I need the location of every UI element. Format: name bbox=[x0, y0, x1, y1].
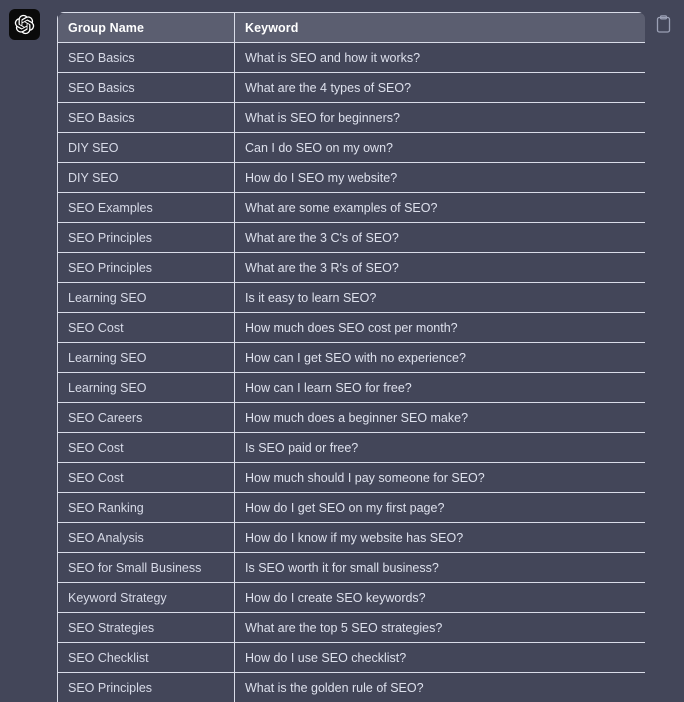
table-row: SEO Basics What are the 4 types of SEO? bbox=[57, 72, 645, 103]
cell-group-name: Keyword Strategy bbox=[57, 582, 235, 613]
table-row: SEO Analysis How do I know if my website … bbox=[57, 522, 645, 553]
copy-to-clipboard-button[interactable] bbox=[653, 13, 673, 35]
table-row: SEO Principles What are the 3 R's of SEO? bbox=[57, 252, 645, 283]
table-row: SEO Principles What are the 3 C's of SEO? bbox=[57, 222, 645, 253]
table-row: SEO Basics What is SEO and how it works? bbox=[57, 42, 645, 73]
cell-group-name: SEO Principles bbox=[57, 252, 235, 283]
table-row: SEO Ranking How do I get SEO on my first … bbox=[57, 492, 645, 523]
table-row: SEO Basics What is SEO for beginners? bbox=[57, 102, 645, 133]
table-row: Keyword Strategy How do I create SEO keyw… bbox=[57, 582, 645, 613]
cell-keyword: How much does a beginner SEO make? bbox=[234, 402, 645, 433]
table-row: SEO Cost How much should I pay someone fo… bbox=[57, 462, 645, 493]
cell-group-name: SEO Strategies bbox=[57, 612, 235, 643]
cell-group-name: SEO Examples bbox=[57, 192, 235, 223]
column-header-group-name[interactable]: Group Name bbox=[57, 12, 235, 43]
table-row: SEO Strategies What are the top 5 SEO str… bbox=[57, 612, 645, 643]
cell-keyword: How do I use SEO checklist? bbox=[234, 642, 645, 673]
cell-keyword: What are the 4 types of SEO? bbox=[234, 72, 645, 103]
clipboard-copy-icon bbox=[656, 15, 671, 33]
table-row: DIY SEO How do I SEO my website? bbox=[57, 162, 645, 193]
cell-keyword: How can I learn SEO for free? bbox=[234, 372, 645, 403]
cell-group-name: SEO Careers bbox=[57, 402, 235, 433]
table-row: Learning SEO How can I learn SEO for free… bbox=[57, 372, 645, 403]
keyword-table-container: Group Name Keyword SEO Basics What is SEO… bbox=[57, 12, 645, 702]
cell-group-name: SEO Basics bbox=[57, 42, 235, 73]
cell-group-name: SEO Principles bbox=[57, 672, 235, 702]
table-row: SEO Cost How much does SEO cost per month… bbox=[57, 312, 645, 343]
cell-group-name: DIY SEO bbox=[57, 132, 235, 163]
keyword-table: Group Name Keyword SEO Basics What is SEO… bbox=[57, 12, 645, 702]
cell-keyword: Is it easy to learn SEO? bbox=[234, 282, 645, 313]
column-header-keyword[interactable]: Keyword bbox=[234, 12, 645, 43]
cell-keyword: How much does SEO cost per month? bbox=[234, 312, 645, 343]
table-row: SEO Checklist How do I use SEO checklist? bbox=[57, 642, 645, 673]
cell-group-name: SEO Analysis bbox=[57, 522, 235, 553]
cell-keyword: How can I get SEO with no experience? bbox=[234, 342, 645, 373]
table-row: SEO Principles What is the golden rule of… bbox=[57, 672, 645, 702]
cell-group-name: SEO Checklist bbox=[57, 642, 235, 673]
cell-group-name: SEO Basics bbox=[57, 72, 235, 103]
cell-group-name: Learning SEO bbox=[57, 342, 235, 373]
cell-keyword: What are the 3 C's of SEO? bbox=[234, 222, 645, 253]
openai-logo-icon bbox=[14, 14, 35, 35]
table-row: SEO Cost Is SEO paid or free? bbox=[57, 432, 645, 463]
cell-keyword: How do I get SEO on my first page? bbox=[234, 492, 645, 523]
cell-keyword: Is SEO paid or free? bbox=[234, 432, 645, 463]
cell-group-name: SEO Basics bbox=[57, 102, 235, 133]
cell-group-name: SEO Cost bbox=[57, 462, 235, 493]
cell-group-name: SEO Cost bbox=[57, 312, 235, 343]
table-row: SEO Careers How much does a beginner SEO … bbox=[57, 402, 645, 433]
cell-group-name: Learning SEO bbox=[57, 372, 235, 403]
cell-keyword: What are some examples of SEO? bbox=[234, 192, 645, 223]
cell-keyword: Is SEO worth it for small business? bbox=[234, 552, 645, 583]
cell-group-name: SEO Cost bbox=[57, 432, 235, 463]
cell-group-name: DIY SEO bbox=[57, 162, 235, 193]
table-row: Learning SEO Is it easy to learn SEO? bbox=[57, 282, 645, 313]
table-row: SEO Examples What are some examples of SE… bbox=[57, 192, 645, 223]
cell-keyword: Can I do SEO on my own? bbox=[234, 132, 645, 163]
cell-keyword: What are the 3 R's of SEO? bbox=[234, 252, 645, 283]
cell-group-name: SEO Ranking bbox=[57, 492, 235, 523]
table-row: Learning SEO How can I get SEO with no ex… bbox=[57, 342, 645, 373]
table-body: SEO Basics What is SEO and how it works? S… bbox=[57, 42, 645, 702]
table-row: DIY SEO Can I do SEO on my own? bbox=[57, 132, 645, 163]
chat-message-surface: Group Name Keyword SEO Basics What is SEO… bbox=[0, 0, 684, 702]
cell-keyword: What is SEO and how it works? bbox=[234, 42, 645, 73]
cell-keyword: How do I SEO my website? bbox=[234, 162, 645, 193]
cell-keyword: What are the top 5 SEO strategies? bbox=[234, 612, 645, 643]
table-header-row: Group Name Keyword bbox=[57, 12, 645, 43]
cell-keyword: How do I create SEO keywords? bbox=[234, 582, 645, 613]
cell-keyword: How much should I pay someone for SEO? bbox=[234, 462, 645, 493]
cell-group-name: SEO for Small Business bbox=[57, 552, 235, 583]
cell-keyword: What is SEO for beginners? bbox=[234, 102, 645, 133]
table-row: SEO for Small Business Is SEO worth it fo… bbox=[57, 552, 645, 583]
cell-keyword: What is the golden rule of SEO? bbox=[234, 672, 645, 702]
cell-keyword: How do I know if my website has SEO? bbox=[234, 522, 645, 553]
cell-group-name: SEO Principles bbox=[57, 222, 235, 253]
table-header: Group Name Keyword bbox=[57, 12, 645, 43]
avatar bbox=[9, 9, 40, 40]
cell-group-name: Learning SEO bbox=[57, 282, 235, 313]
